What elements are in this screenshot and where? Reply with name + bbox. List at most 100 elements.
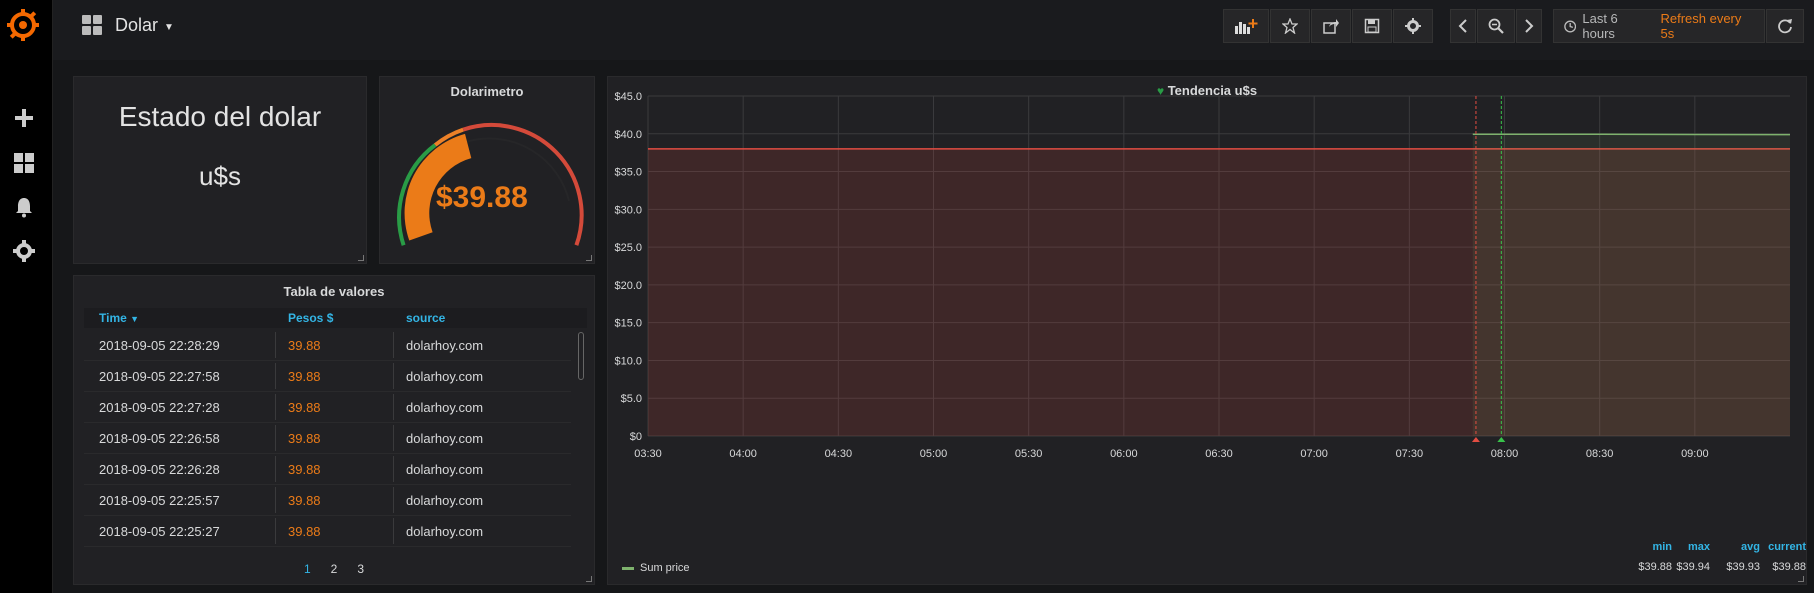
panel-resize-handle[interactable] [358,255,364,261]
table-row: 2018-09-05 22:26:28 39.88 dolarhoy.com [84,454,571,485]
zoom-out-icon [1488,18,1504,34]
cell-divider [393,487,394,513]
column-header-source[interactable]: source [406,311,445,325]
cell-source: dolarhoy.com [406,462,484,477]
series-area [1472,134,1790,436]
table-row: 2018-09-05 22:27:28 39.88 dolarhoy.com [84,392,571,423]
gauge-value: $39.88 [436,181,528,214]
legend-value-max: $39.94 [1676,561,1710,573]
star-dashboard-button[interactable] [1270,9,1310,43]
y-tick-label: $45.0 [614,91,642,103]
page-link-2[interactable]: 2 [331,562,338,576]
cell-divider [275,394,276,420]
y-tick-label: $35.0 [614,167,642,179]
add-panel-button[interactable] [1223,9,1269,43]
time-range-picker[interactable]: Last 6 hours Refresh every 5s [1553,9,1765,43]
top-navbar: Dolar ▼ Last 6 hours Refresh every 5s [53,0,1814,60]
legend-header-max[interactable]: max [1670,541,1710,553]
cell-divider [275,518,276,544]
cell-source: dolarhoy.com [406,338,484,353]
add-panel-icon [1235,19,1258,34]
caret-down-icon: ▼ [164,21,174,33]
text-panel-line1: Estado del dolar [118,101,322,132]
y-tick-label: $10.0 [614,355,642,367]
y-tick-label: $40.0 [614,129,642,141]
panel-resize-handle[interactable] [1798,576,1804,582]
x-tick-label: 04:00 [729,448,757,460]
column-header-pesos[interactable]: Pesos $ [288,311,333,325]
dashboard-grid-icon [82,15,102,35]
cell-source: dolarhoy.com [406,524,484,539]
refresh-button[interactable] [1766,9,1804,43]
cell-time: 2018-09-05 22:27:28 [99,400,220,415]
cell-divider [275,332,276,358]
save-icon [1364,18,1380,34]
time-shift-forward-button[interactable] [1516,9,1542,43]
table-scrollbar[interactable] [578,332,584,380]
x-tick-label: 07:30 [1396,448,1424,460]
cell-divider [393,363,394,389]
cell-time: 2018-09-05 22:25:57 [99,493,220,508]
cell-divider [393,518,394,544]
y-tick-label: $30.0 [614,204,642,216]
time-shift-back-button[interactable] [1450,9,1476,43]
cell-time: 2018-09-05 22:26:28 [99,462,220,477]
x-tick-label: 06:30 [1205,448,1233,460]
cell-pesos: 39.88 [288,431,321,446]
share-icon [1323,19,1339,34]
share-dashboard-button[interactable] [1311,9,1351,43]
grafana-logo-icon[interactable] [6,8,40,42]
column-header-time[interactable]: Time ▼ [99,311,139,325]
y-tick-label: $0 [630,431,642,443]
legend-series[interactable]: Sum price [622,562,690,574]
configuration-gear-icon[interactable] [10,237,38,265]
zoom-out-button[interactable] [1477,9,1515,43]
cell-source: dolarhoy.com [406,431,484,446]
table-row: 2018-09-05 22:25:57 39.88 dolarhoy.com [84,485,571,516]
sort-desc-icon: ▼ [130,314,140,324]
x-tick-label: 04:30 [825,448,853,460]
chevron-left-icon [1458,19,1467,33]
dashboard-picker[interactable]: Dolar ▼ [81,14,174,36]
graph-panel: ♥ Tendencia u$s $0 $5.0 $10.0 $15.0 $20.0 $25… [607,76,1807,585]
cell-divider [393,456,394,482]
gauge-chart [397,123,584,246]
legend-header-min[interactable]: min [1632,541,1672,553]
legend-header-avg[interactable]: avg [1720,541,1760,553]
table-row: 2018-09-05 22:25:27 39.88 dolarhoy.com [84,516,571,547]
x-tick-label: 09:00 [1681,448,1709,460]
page-link-1[interactable]: 1 [304,562,311,576]
cell-source: dolarhoy.com [406,493,484,508]
gauge-panel: Dolarimetro $39.88 [379,76,595,264]
legend-series-color-icon [622,566,634,570]
text-panel-line2: u$s [199,161,241,191]
panel-resize-handle[interactable] [586,255,592,261]
star-icon [1282,18,1298,34]
create-plus-icon[interactable] [10,104,38,132]
page-link-3[interactable]: 3 [357,562,364,576]
table-panel-title: Tabla de valores [283,284,385,299]
dashboards-icon[interactable] [10,149,38,177]
x-tick-label: 06:00 [1110,448,1138,460]
legend-value-avg: $39.93 [1726,561,1760,573]
cell-time: 2018-09-05 22:25:27 [99,524,220,539]
cell-source: dolarhoy.com [406,369,484,384]
dashboard-settings-button[interactable] [1393,9,1433,43]
alerting-bell-icon[interactable] [10,193,38,221]
x-tick-label: 08:30 [1586,448,1614,460]
table-row: 2018-09-05 22:28:29 39.88 dolarhoy.com [84,330,571,361]
cell-divider [393,332,394,358]
panel-resize-handle[interactable] [586,576,592,582]
cell-time: 2018-09-05 22:28:29 [99,338,220,353]
legend-header-current[interactable]: current [1766,541,1806,553]
chevron-right-icon [1525,19,1534,33]
text-panel: Estado del dolar u$s [73,76,367,264]
legend-series-name: Sum price [640,562,690,574]
clock-icon [1564,20,1577,32]
cell-divider [393,425,394,451]
gear-icon [1405,18,1421,34]
save-dashboard-button[interactable] [1352,9,1392,43]
table-row: 2018-09-05 22:26:58 39.88 dolarhoy.com [84,423,571,454]
x-tick-label: 03:30 [634,448,662,460]
cell-time: 2018-09-05 22:26:58 [99,431,220,446]
